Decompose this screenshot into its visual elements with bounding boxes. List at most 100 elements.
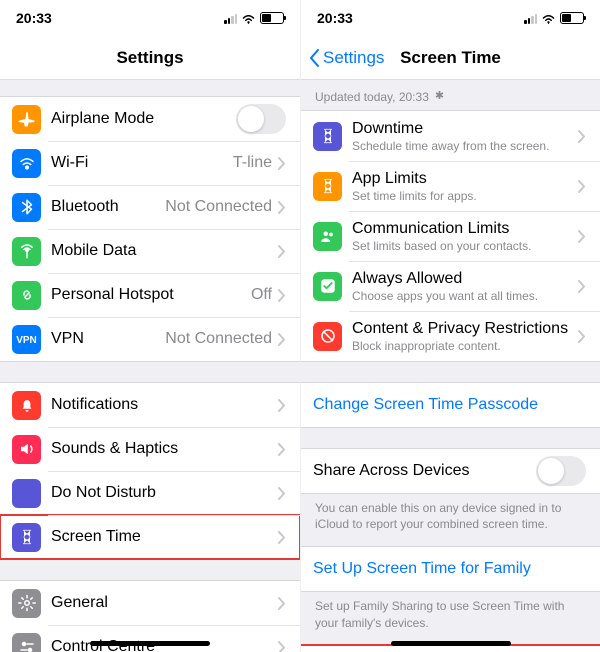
row-detail: Off <box>251 286 272 304</box>
chevron-right-icon <box>278 333 286 346</box>
settings-row-control-centre[interactable]: Control Centre <box>0 625 300 652</box>
settings-screen: 20:33 Settings Airplane Mode Wi-Fi T-lin… <box>0 0 300 652</box>
settings-row-general[interactable]: General <box>0 581 300 625</box>
link-icon <box>12 281 41 310</box>
row-subtitle: Set time limits for apps. <box>352 189 578 203</box>
cellular-signal-icon <box>224 13 237 24</box>
chevron-right-icon <box>278 201 286 214</box>
row-title: App Limits <box>352 170 578 188</box>
status-bar: 20:33 <box>0 0 300 36</box>
row-title: Bluetooth <box>51 198 165 216</box>
settings-row-airplane-mode[interactable]: Airplane Mode <box>0 97 300 141</box>
row-title: Change Screen Time Passcode <box>313 396 586 414</box>
row-subtitle: Choose apps you want at all times. <box>352 289 578 303</box>
change-passcode-button[interactable]: Change Screen Time Passcode <box>301 383 600 427</box>
loading-spinner-icon <box>435 91 447 103</box>
chevron-right-icon <box>278 157 286 170</box>
row-title: Sounds & Haptics <box>51 440 278 458</box>
settings-row-do-not-disturb[interactable]: Do Not Disturb <box>0 471 300 515</box>
gear-icon <box>12 589 41 618</box>
row-title: Do Not Disturb <box>51 484 278 502</box>
chevron-right-icon <box>578 330 586 343</box>
status-time: 20:33 <box>317 10 353 26</box>
row-title: Notifications <box>51 396 278 414</box>
share-across-devices-row[interactable]: Share Across Devices <box>301 449 600 493</box>
home-indicator[interactable] <box>391 641 511 646</box>
chevron-right-icon <box>278 443 286 456</box>
chevron-right-icon <box>578 280 586 293</box>
switches-icon <box>12 633 41 652</box>
share-footer: You can enable this on any device signed… <box>301 494 600 542</box>
chevron-left-icon <box>309 48 321 68</box>
turn-off-screen-time-button[interactable]: Turn Off Screen Time <box>301 646 600 652</box>
status-time: 20:33 <box>16 10 52 26</box>
setup-family-button[interactable]: Set Up Screen Time for Family <box>301 547 600 591</box>
chevron-right-icon <box>578 180 586 193</box>
settings-row-personal-hotspot[interactable]: Personal Hotspot Off <box>0 273 300 317</box>
chevron-right-icon <box>578 230 586 243</box>
screentime-row-downtime[interactable]: Downtime Schedule time away from the scr… <box>301 111 600 161</box>
people-icon <box>313 222 342 251</box>
navbar: Settings Screen Time <box>301 36 600 80</box>
moon-icon <box>12 479 41 508</box>
row-title: Mobile Data <box>51 242 278 260</box>
row-subtitle: Block inappropriate content. <box>352 339 578 353</box>
settings-list[interactable]: Airplane Mode Wi-Fi T-line Bluetooth Not… <box>0 80 300 652</box>
hourglass2-icon <box>313 172 342 201</box>
screen-time-list[interactable]: Updated today, 20:33 Downtime Schedule t… <box>301 80 600 652</box>
settings-row-bluetooth[interactable]: Bluetooth Not Connected <box>0 185 300 229</box>
chevron-right-icon <box>278 597 286 610</box>
antenna-icon <box>12 237 41 266</box>
row-title: Wi-Fi <box>51 154 233 172</box>
speaker-icon <box>12 435 41 464</box>
screentime-row-always-allowed[interactable]: Always Allowed Choose apps you want at a… <box>301 261 600 311</box>
status-bar: 20:33 <box>301 0 600 36</box>
settings-row-notifications[interactable]: Notifications <box>0 383 300 427</box>
check-icon <box>313 272 342 301</box>
row-title: Communication Limits <box>352 220 578 238</box>
family-footer: Set up Family Sharing to use Screen Time… <box>301 592 600 640</box>
row-title: Personal Hotspot <box>51 286 251 304</box>
page-title: Screen Time <box>400 48 501 68</box>
settings-row-wi-fi[interactable]: Wi-Fi T-line <box>0 141 300 185</box>
back-button[interactable]: Settings <box>309 48 384 68</box>
screentime-row-content-privacy-restrictions[interactable]: Content & Privacy Restrictions Block ina… <box>301 311 600 361</box>
airplane-icon <box>12 105 41 134</box>
settings-row-vpn[interactable]: VPN VPN Not Connected <box>0 317 300 361</box>
chevron-right-icon <box>278 531 286 544</box>
row-title: Share Across Devices <box>313 462 536 480</box>
updated-label: Updated today, 20:33 <box>301 80 600 108</box>
row-subtitle: Schedule time away from the screen. <box>352 139 578 153</box>
toggle[interactable] <box>536 456 586 486</box>
screentime-row-app-limits[interactable]: App Limits Set time limits for apps. <box>301 161 600 211</box>
page-title: Settings <box>116 48 183 68</box>
status-icons <box>524 12 584 24</box>
home-indicator[interactable] <box>90 641 210 646</box>
screentime-row-communication-limits[interactable]: Communication Limits Set limits based on… <box>301 211 600 261</box>
chevron-right-icon <box>278 245 286 258</box>
status-icons <box>224 12 284 24</box>
toggle[interactable] <box>236 104 286 134</box>
chevron-right-icon <box>278 641 286 652</box>
chevron-right-icon <box>278 399 286 412</box>
row-title: Always Allowed <box>352 270 578 288</box>
row-title: Airplane Mode <box>51 110 236 128</box>
vpn-icon: VPN <box>12 325 41 354</box>
settings-row-screen-time[interactable]: Screen Time <box>0 515 300 559</box>
wifi-status-icon <box>241 13 256 24</box>
settings-row-mobile-data[interactable]: Mobile Data <box>0 229 300 273</box>
row-subtitle: Set limits based on your contacts. <box>352 239 578 253</box>
battery-icon <box>560 12 584 24</box>
row-title: Content & Privacy Restrictions <box>352 320 578 338</box>
settings-row-sounds-haptics[interactable]: Sounds & Haptics <box>0 427 300 471</box>
bluetooth-icon <box>12 193 41 222</box>
row-title: VPN <box>51 330 165 348</box>
hourglass-icon <box>12 523 41 552</box>
row-title: Set Up Screen Time for Family <box>313 560 586 578</box>
chevron-right-icon <box>578 130 586 143</box>
row-title: Downtime <box>352 120 578 138</box>
chevron-right-icon <box>278 487 286 500</box>
bell-icon <box>12 391 41 420</box>
row-detail: Not Connected <box>165 330 272 348</box>
navbar: Settings <box>0 36 300 80</box>
